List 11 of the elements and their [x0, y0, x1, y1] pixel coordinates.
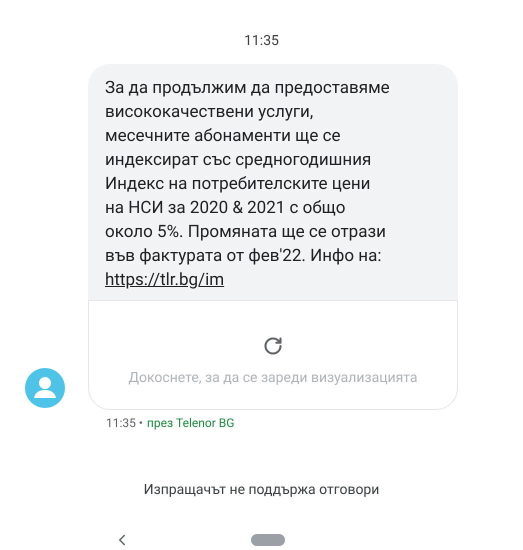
carrier-label: през Telenor BG [146, 415, 234, 432]
message-bubble[interactable] [88, 64, 458, 410]
home-pill-icon[interactable] [251, 534, 285, 546]
message-time: 11:35 [244, 32, 279, 51]
message-timestamp: 11:35 • [106, 415, 143, 432]
message-link[interactable]: https://tlr.bg/im [105, 270, 224, 290]
avatar-icon [25, 368, 65, 408]
reload-icon [263, 336, 283, 356]
message-text: За да продължим да предоставяме висококачествени услуги, месечните абонаменти ще се индексират със средногодишния Индекс на потребителските цени на НСИ за 2020 & 2021 с общо около 5%. Промяната ще се отрази във фактурата от фев'22. Инфо на: https://tlr.bg/im [104, 77, 391, 292]
reply-notice: Изпращачът не поддържа отговори [144, 481, 380, 500]
preview-hint: Докоснете, за да се зареди визуализацията [128, 368, 418, 388]
